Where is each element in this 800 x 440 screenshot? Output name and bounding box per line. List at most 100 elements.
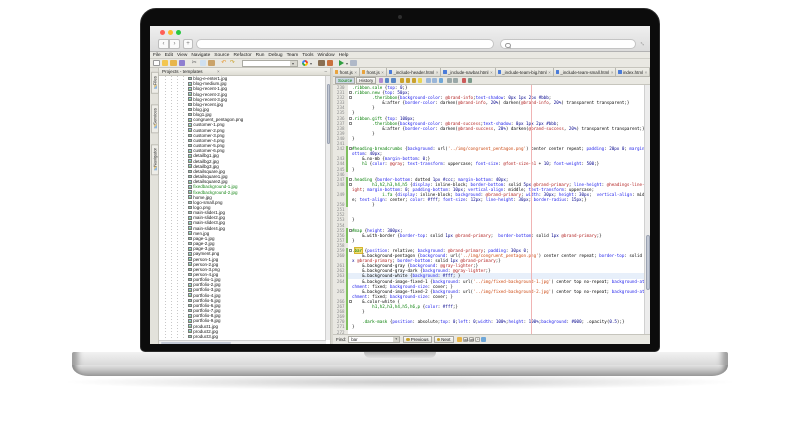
find-previous-icon[interactable] <box>406 78 411 83</box>
code-fold-icon[interactable] <box>349 249 352 252</box>
uncomment-icon[interactable] <box>453 78 458 83</box>
menu-run[interactable]: Run <box>256 53 265 58</box>
find-previous-button[interactable]: Previous <box>403 336 431 344</box>
code-editor[interactable]: 230.ribbon.sale {top: 0;}231.ribbon.new … <box>333 85 650 334</box>
editor-tab[interactable]: _include-team-small.html× <box>554 68 617 76</box>
find-input[interactable]: bar▾ <box>348 336 400 343</box>
editor-tab[interactable]: index.html× <box>616 68 650 76</box>
new-file-icon[interactable] <box>153 60 160 67</box>
close-tab-icon[interactable]: × <box>436 70 439 75</box>
toggle-highlight-icon[interactable] <box>418 78 423 83</box>
code-fold-icon[interactable] <box>349 229 352 232</box>
code-fold-icon[interactable] <box>349 183 352 186</box>
toggle-bookmark-icon[interactable] <box>439 78 444 83</box>
menu-navigate[interactable]: Navigate <box>191 53 210 58</box>
chevron-down-icon[interactable]: ▾ <box>346 61 348 66</box>
undo-icon[interactable]: ↶ <box>221 60 228 67</box>
menu-refactor[interactable]: Refactor <box>233 53 251 58</box>
menu-source[interactable]: Source <box>214 53 229 58</box>
close-window-icon[interactable] <box>160 30 165 35</box>
menu-debug[interactable]: Debug <box>268 53 282 58</box>
scrollbar-thumb[interactable] <box>161 342 231 345</box>
find-next-icon[interactable] <box>412 78 417 83</box>
back-icon[interactable] <box>385 78 390 83</box>
menu-help[interactable]: Help <box>339 53 349 58</box>
address-bar[interactable] <box>196 39 494 49</box>
save-all-icon[interactable] <box>179 60 186 67</box>
menu-team[interactable]: Team <box>287 53 299 58</box>
close-panel-icon[interactable]: × <box>217 69 220 74</box>
wrap-around-icon[interactable] <box>481 337 486 342</box>
editor-tab[interactable]: front.js× <box>360 68 387 76</box>
new-project-icon[interactable] <box>162 60 169 67</box>
code-fold-icon[interactable] <box>349 91 352 94</box>
code-fold-icon[interactable] <box>349 122 352 125</box>
clean-build-icon[interactable] <box>327 60 334 67</box>
line-number[interactable]: 260 <box>333 253 348 263</box>
projects-panel-header[interactable]: Projects - templates × ‒ <box>159 68 330 76</box>
line-number[interactable]: 248 <box>333 182 348 192</box>
menu-tools[interactable]: Tools <box>302 53 313 58</box>
close-tab-icon[interactable]: × <box>645 70 648 75</box>
code-fold-icon[interactable] <box>349 117 352 120</box>
memory-icon[interactable] <box>468 78 473 83</box>
file-tree[interactable]: blog-e-enter1.jpgblog-medium.jpgblog-rec… <box>159 76 325 340</box>
build-icon[interactable] <box>318 60 325 67</box>
profile-icon[interactable] <box>350 60 357 67</box>
tree-horizontal-scrollbar[interactable] <box>159 340 326 344</box>
run-icon[interactable] <box>339 60 344 66</box>
search-bar[interactable] <box>500 39 636 49</box>
code-fold-icon[interactable] <box>349 178 352 181</box>
paste-icon[interactable] <box>208 60 215 67</box>
editor-tab[interactable]: _include-team-big.html× <box>496 68 554 76</box>
last-edit-icon[interactable] <box>379 78 384 83</box>
scrollbar-thumb[interactable] <box>327 84 331 144</box>
source-view-button[interactable]: Source <box>335 77 355 85</box>
line-number[interactable]: 265 <box>333 289 348 299</box>
menu-view[interactable]: View <box>177 53 187 58</box>
line-number[interactable]: 264 <box>333 279 348 289</box>
code-fold-icon[interactable] <box>349 300 352 303</box>
new-tab-button[interactable]: + <box>183 39 193 49</box>
minimize-window-icon[interactable] <box>168 30 173 35</box>
window-titlebar[interactable]: ‹ › + ↔ <box>150 26 650 52</box>
comment-icon[interactable] <box>447 78 452 83</box>
sidebar-tab-files[interactable]: Files <box>151 72 159 94</box>
forward-button[interactable]: › <box>169 39 180 49</box>
menu-file[interactable]: File <box>153 53 161 58</box>
whole-words-icon[interactable]: ab <box>469 337 474 342</box>
tree-item[interactable]: product3.jpg <box>159 334 325 339</box>
editor-tab[interactable]: _include-header.html× <box>387 68 442 76</box>
editor-tab[interactable]: front.js× <box>333 68 360 76</box>
find-selection-icon[interactable] <box>400 78 405 83</box>
browser-icon[interactable] <box>302 60 309 67</box>
tree-vertical-scrollbar[interactable] <box>325 76 330 340</box>
line-number[interactable]: 249 <box>333 192 348 202</box>
chevron-down-icon[interactable]: ▾ <box>310 61 312 66</box>
open-project-icon[interactable] <box>170 60 177 67</box>
minimize-panel-icon[interactable]: ‒ <box>324 69 327 74</box>
editor-vertical-scrollbar[interactable] <box>644 85 650 334</box>
macro-record-icon[interactable] <box>462 78 467 83</box>
back-button[interactable]: ‹ <box>158 39 169 49</box>
close-tab-icon[interactable]: × <box>548 70 551 75</box>
chevron-down-icon[interactable]: ▾ <box>393 337 399 342</box>
close-tab-icon[interactable]: × <box>490 70 493 75</box>
find-next-button[interactable]: Next <box>434 336 454 344</box>
forward-icon[interactable] <box>391 78 396 83</box>
previous-bookmark-icon[interactable] <box>426 78 431 83</box>
resize-icon[interactable]: ↔ <box>638 39 648 49</box>
highlight-results-icon[interactable] <box>457 337 462 342</box>
config-combobox[interactable]: ▾ <box>242 60 298 67</box>
zoom-window-icon[interactable] <box>176 30 181 35</box>
chevron-down-icon[interactable]: ▾ <box>290 61 297 66</box>
menu-window[interactable]: Window <box>318 53 335 58</box>
close-tab-icon[interactable]: × <box>354 70 357 75</box>
code-fold-icon[interactable] <box>349 147 352 150</box>
regex-icon[interactable]: .* <box>475 337 480 342</box>
redo-icon[interactable]: ↷ <box>229 60 236 67</box>
cut-icon[interactable]: ✂ <box>191 60 198 67</box>
scrollbar-thumb[interactable] <box>646 235 650 290</box>
sidebar-tab-navigator[interactable]: Navigator <box>151 144 159 175</box>
sidebar-tab-services[interactable]: Services <box>151 104 159 133</box>
